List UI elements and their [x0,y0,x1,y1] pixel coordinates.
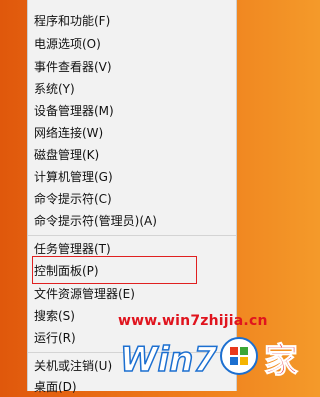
menu-item-system[interactable]: 系统(Y) [34,79,230,99]
watermark-logo-char: 家 [264,341,298,381]
menu-item-computer-management[interactable]: 计算机管理(G) [34,167,230,187]
watermark-url: www.win7zhijia.cn [118,313,268,329]
menu-item-file-explorer[interactable]: 文件资源管理器(E) [34,284,230,304]
menu-item-programs-and-features[interactable]: 程序和功能(F) [34,11,230,31]
menu-item-disk-management[interactable]: 磁盘管理(K) [34,145,230,165]
menu-item-power-options[interactable]: 电源选项(O) [34,34,230,54]
menu-item-command-prompt[interactable]: 命令提示符(C) [34,189,230,209]
menu-item-event-viewer[interactable]: 事件查看器(V) [34,57,230,77]
menu-separator [28,235,236,236]
menu-item-network-connections[interactable]: 网络连接(W) [34,123,230,143]
menu-item-device-manager[interactable]: 设备管理器(M) [34,101,230,121]
highlight-box [32,256,197,284]
menu-item-command-prompt-admin[interactable]: 命令提示符(管理员)(A) [34,211,230,231]
watermark-logo: Win7 家 [119,337,299,382]
watermark-logo-text: Win7 [120,340,217,380]
windows-logo-icon [220,337,258,375]
